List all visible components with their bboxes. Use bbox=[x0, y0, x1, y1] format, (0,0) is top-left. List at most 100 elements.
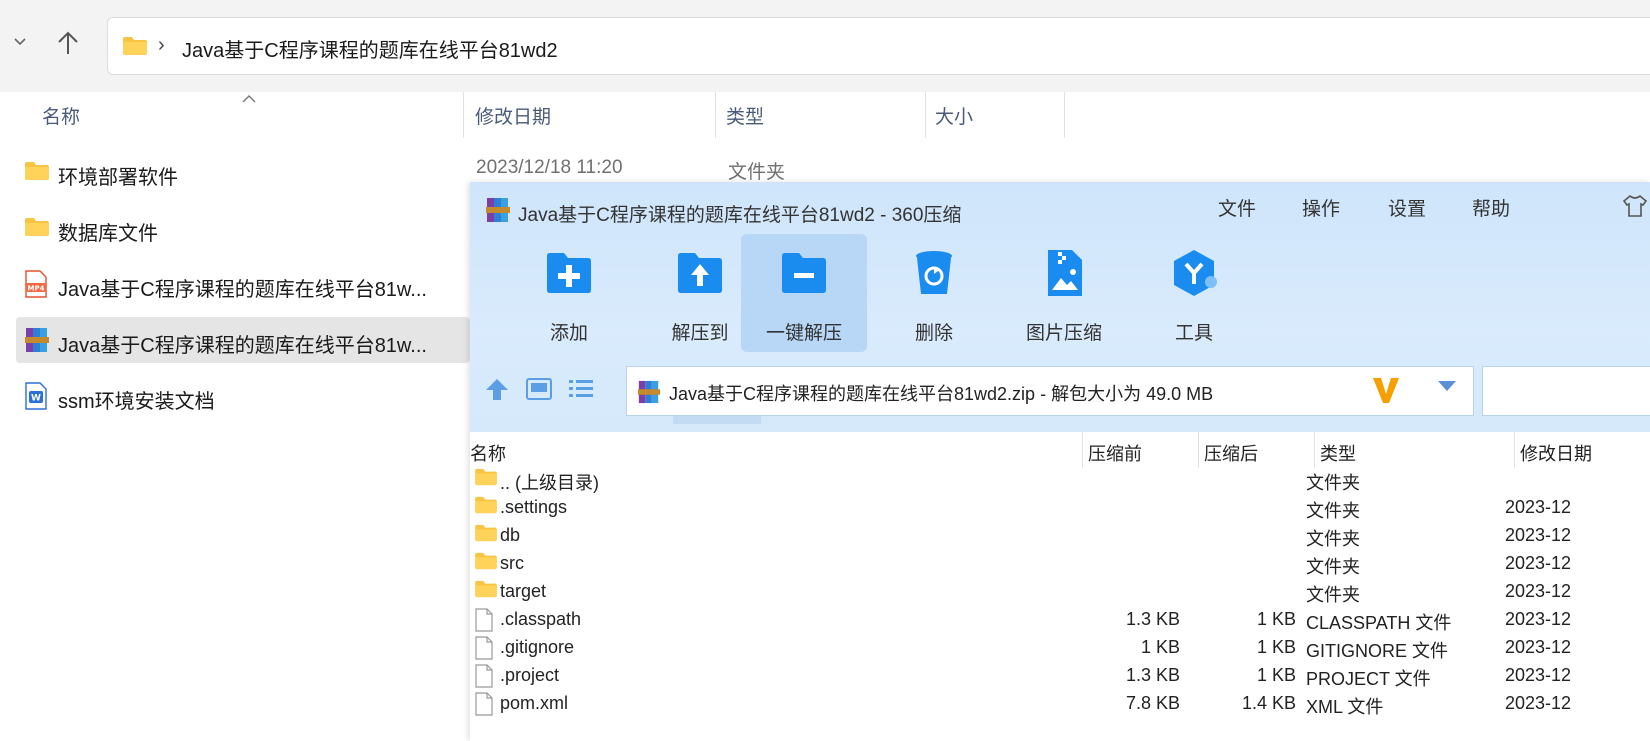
row-name: pom.xml bbox=[500, 693, 569, 713]
tools-hexagon-icon bbox=[1174, 250, 1217, 296]
list-item-label: 环境部署软件 bbox=[58, 167, 178, 189]
row-modified: 2023-12 bbox=[1505, 525, 1572, 545]
row-type: XML 文件 bbox=[1306, 697, 1384, 717]
toolbar-label: 工具 bbox=[1174, 323, 1213, 344]
column-header-type[interactable]: 类型 bbox=[1320, 440, 1356, 466]
folder-icon bbox=[24, 161, 50, 186]
table-row[interactable]: .classpath 1.3 KB 1 KB CLASSPATH 文件 2023… bbox=[470, 606, 1650, 634]
thumbnail-view-icon[interactable] bbox=[526, 378, 552, 405]
list-item-ssm-doc[interactable]: W ssm环境安装文档 bbox=[16, 373, 470, 419]
list-item-database-files[interactable]: 数据库文件 bbox=[16, 205, 470, 251]
row-modified: 2023-12 bbox=[1505, 581, 1572, 601]
list-item-zip-archive[interactable]: Java基于C程序课程的题库在线平台81w... bbox=[16, 317, 470, 363]
row-type: 文件夹 bbox=[1306, 585, 1360, 605]
delete-button[interactable]: 删除 bbox=[871, 234, 997, 352]
file-icon bbox=[474, 664, 494, 693]
row-name: .gitignore bbox=[500, 637, 575, 657]
zip-window-title: Java基于C程序课程的题库在线平台81wd2 - 360压缩 bbox=[518, 205, 962, 226]
row-type: PROJECT 文件 bbox=[1306, 669, 1431, 689]
archive-path-bar[interactable]: Java基于C程序课程的题库在线平台81wd2.zip - 解包大小为 49.0… bbox=[626, 366, 1474, 416]
row-name: .. (上级目录) bbox=[500, 473, 599, 493]
row-type: CLASSPATH 文件 bbox=[1306, 613, 1452, 633]
table-row[interactable]: .project 1.3 KB 1 KB PROJECT 文件 2023-12 bbox=[470, 662, 1650, 690]
up-arrow-icon[interactable] bbox=[56, 30, 80, 62]
winrar-archive-icon bbox=[24, 326, 50, 359]
toolbar-label: 一键解压 bbox=[765, 323, 842, 344]
row-size-before: 1 KB bbox=[1140, 637, 1180, 657]
column-divider[interactable] bbox=[1514, 432, 1515, 468]
v-logo-icon[interactable] bbox=[1371, 375, 1401, 413]
row-name: src bbox=[500, 553, 524, 573]
file-type: 文件夹 bbox=[728, 162, 786, 183]
column-divider[interactable] bbox=[925, 92, 926, 138]
list-item-mp4-video[interactable]: MP4 Java基于C程序课程的题库在线平台81w... bbox=[16, 261, 470, 307]
image-compress-icon bbox=[1048, 250, 1082, 296]
skin-shirt-icon[interactable] bbox=[1622, 194, 1648, 224]
menu-operation[interactable]: 操作 bbox=[1302, 194, 1340, 221]
list-item-label: ssm环境安装文档 bbox=[58, 391, 215, 413]
folder-icon bbox=[474, 580, 498, 603]
menu-file[interactable]: 文件 bbox=[1218, 194, 1256, 221]
table-row[interactable]: src 文件夹 2023-12 bbox=[470, 550, 1650, 578]
one-click-extract-button[interactable]: 一键解压 bbox=[741, 234, 867, 352]
one-click-extract-icon bbox=[782, 253, 826, 293]
file-icon bbox=[474, 692, 494, 721]
row-type: GITIGNORE 文件 bbox=[1306, 641, 1449, 661]
menu-settings[interactable]: 设置 bbox=[1388, 194, 1426, 221]
list-item-env-software[interactable]: 环境部署软件 bbox=[16, 149, 470, 195]
row-modified: 2023-12 bbox=[1505, 665, 1572, 685]
column-divider[interactable] bbox=[1314, 432, 1315, 468]
file-icon bbox=[474, 608, 494, 637]
row-name: .classpath bbox=[500, 609, 582, 629]
recent-locations-chevron-icon[interactable] bbox=[12, 32, 28, 55]
table-row[interactable]: .gitignore 1 KB 1 KB GITIGNORE 文件 2023-1… bbox=[470, 634, 1650, 662]
add-folder-icon bbox=[547, 253, 591, 293]
column-divider[interactable] bbox=[1064, 92, 1065, 138]
row-type: 文件夹 bbox=[1306, 501, 1360, 521]
breadcrumb-current-folder[interactable]: Java基于C程序课程的题库在线平台81wd2 bbox=[182, 34, 558, 63]
column-header-modified[interactable]: 修改日期 bbox=[1520, 440, 1592, 466]
row-name: db bbox=[500, 525, 521, 545]
toolbar-label: 图片压缩 bbox=[1025, 323, 1102, 344]
up-level-arrow-icon[interactable] bbox=[484, 376, 510, 407]
folder-icon bbox=[474, 496, 498, 519]
folder-icon bbox=[474, 552, 498, 575]
tools-button[interactable]: 工具 bbox=[1131, 234, 1257, 352]
image-compress-button[interactable]: 图片压缩 bbox=[1001, 234, 1127, 352]
column-header-after[interactable]: 压缩后 bbox=[1204, 440, 1258, 466]
toolbar-label: 添加 bbox=[549, 323, 588, 344]
table-row[interactable]: target 文件夹 2023-12 bbox=[470, 578, 1650, 606]
column-divider[interactable] bbox=[1198, 432, 1199, 468]
address-bar[interactable]: › Java基于C程序课程的题库在线平台81wd2 bbox=[107, 17, 1650, 75]
table-row[interactable]: db 文件夹 2023-12 bbox=[470, 522, 1650, 550]
column-header-name[interactable]: 名称 bbox=[42, 102, 80, 129]
table-row[interactable]: .. (上级目录) 文件夹 bbox=[470, 466, 1650, 494]
folder-icon bbox=[24, 217, 50, 242]
column-header-size[interactable]: 大小 bbox=[935, 102, 973, 129]
zip-window: Java基于C程序课程的题库在线平台81wd2 - 360压缩 文件 操作 设置… bbox=[470, 182, 1650, 741]
column-header-name[interactable]: 名称 bbox=[470, 440, 506, 466]
folder-icon bbox=[122, 36, 148, 61]
toolbar-label: 删除 bbox=[914, 323, 953, 344]
table-row[interactable]: pom.xml 7.8 KB 1.4 KB XML 文件 2023-12 bbox=[470, 690, 1650, 718]
folder-icon bbox=[474, 468, 498, 491]
row-name: target bbox=[500, 581, 547, 601]
search-input[interactable] bbox=[1482, 366, 1650, 416]
add-button[interactable]: 添加 bbox=[506, 234, 632, 352]
winrar-archive-icon bbox=[637, 379, 661, 410]
table-row[interactable]: .settings 文件夹 2023-12 bbox=[470, 494, 1650, 522]
column-header-before[interactable]: 压缩前 bbox=[1088, 440, 1142, 466]
row-modified: 2023-12 bbox=[1505, 693, 1572, 713]
column-divider[interactable] bbox=[715, 92, 716, 138]
column-divider[interactable] bbox=[1082, 432, 1083, 468]
menu-help[interactable]: 帮助 bbox=[1472, 194, 1510, 221]
row-size-after: 1.4 KB bbox=[1241, 693, 1296, 713]
column-divider[interactable] bbox=[463, 92, 464, 138]
column-header-modified[interactable]: 修改日期 bbox=[475, 102, 551, 129]
path-dropdown-icon[interactable] bbox=[1437, 379, 1457, 397]
column-header-type[interactable]: 类型 bbox=[726, 102, 764, 129]
list-view-icon[interactable] bbox=[568, 378, 594, 405]
row-size-before: 7.8 KB bbox=[1125, 693, 1180, 713]
row-type: 文件夹 bbox=[1306, 529, 1360, 549]
mp4-file-icon: MP4 bbox=[24, 270, 48, 303]
